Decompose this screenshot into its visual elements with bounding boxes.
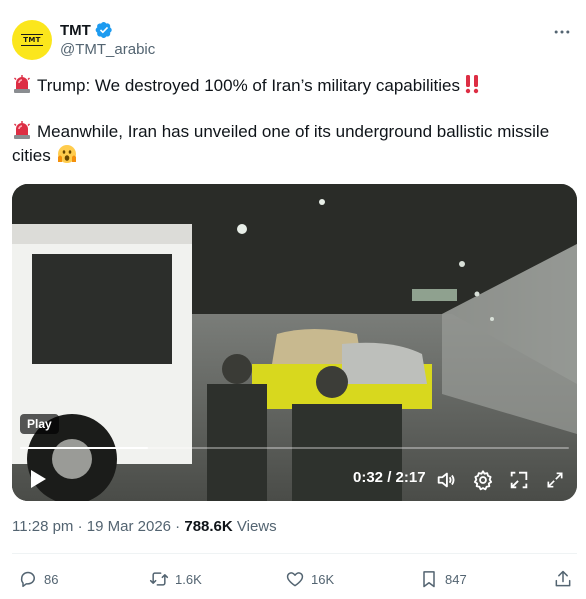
play-badge: Play [20,414,59,434]
video-time: 0:32 / 2:17 [353,469,426,486]
settings-button[interactable] [471,468,495,492]
bookmark-button[interactable]: 847 [419,566,467,592]
video-player[interactable]: Play 0:32 / 2:17 [12,184,577,501]
play-button[interactable] [20,461,56,497]
display-name[interactable]: TMT [60,22,91,39]
like-count: 16K [311,571,335,587]
bookmark-count: 847 [445,571,467,587]
gear-icon [473,470,493,491]
heart-icon [286,572,304,587]
meta-separator: · [171,518,185,535]
retweet-icon [149,572,169,586]
verified-badge-icon [95,21,112,39]
tweet-line-1: Trump: We destroyed 100% of Iran’s milit… [12,74,572,98]
bookmark-icon [423,571,435,588]
views-count: 788.6K [184,518,233,535]
handle[interactable]: @TMT_arabic [60,41,155,58]
video-controls: 0:32 / 2:17 [12,461,577,497]
name-row: TMT [60,21,113,39]
progress-fill [20,447,148,449]
views-label: Views [232,518,277,535]
tweet-meta: 11:28 pm · 19 Mar 2026 · 788.6K Views [12,518,277,535]
siren-emoji-icon [14,75,30,93]
picture-in-picture-button[interactable] [507,468,531,492]
siren-emoji-icon [14,121,30,139]
tweet-line-3-text: cities [12,146,51,165]
fullscreen-icon [547,472,563,488]
more-options-icon[interactable] [550,20,574,44]
video-frame [12,184,577,501]
tweet-line-2-text: Meanwhile, Iran has unveiled one of its … [37,122,550,141]
play-icon [31,470,46,488]
share-button[interactable] [553,566,573,592]
action-bar: 86 1.6K 16K 847 [12,566,576,592]
tweet-line-2: Meanwhile, Iran has unveiled one of its … [12,120,572,144]
retweet-count: 1.6K [175,571,202,587]
avatar[interactable]: TMT [12,20,52,60]
progress-bar[interactable] [20,447,569,449]
like-button[interactable]: 16K [285,566,334,592]
tweet-line-3: cities [12,144,572,168]
double-exclamation-icon [465,75,479,94]
tweet-line-1-text: Trump: We destroyed 100% of Iran’s milit… [37,76,460,95]
avatar-logo-text: TMT [21,34,43,46]
post-time[interactable]: 11:28 pm [12,518,73,535]
tweet-text: Trump: We destroyed 100% of Iran’s milit… [12,74,572,168]
fullscreen-button[interactable] [543,468,567,492]
meta-separator: · [73,518,87,535]
reply-icon [20,571,35,588]
share-icon [555,570,571,587]
retweet-button[interactable]: 1.6K [149,566,202,592]
reply-button[interactable]: 86 [18,566,58,592]
pip-icon [510,471,528,489]
volume-icon [437,472,455,488]
scared-face-icon [57,145,76,163]
tweet-header: TMT TMT @TMT_arabic [12,20,574,64]
reply-count: 86 [44,571,59,587]
divider [12,553,577,554]
volume-button[interactable] [434,468,458,492]
post-date[interactable]: 19 Mar 2026 [87,518,171,535]
